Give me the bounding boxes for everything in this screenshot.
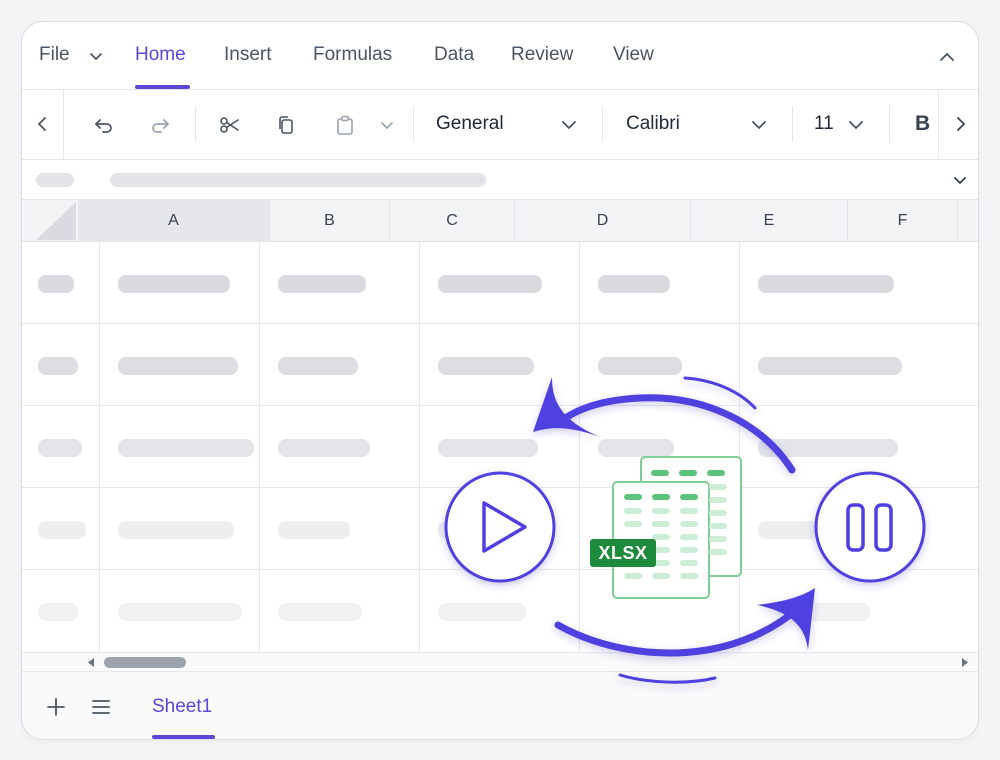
tab-view[interactable]: View [613, 44, 654, 66]
grid-line [739, 242, 740, 652]
paste-icon[interactable] [334, 114, 356, 136]
chevron-up-icon[interactable] [938, 48, 956, 66]
grid-line [579, 242, 580, 652]
cell-placeholder [758, 275, 894, 293]
cell-placeholder [758, 439, 898, 457]
cell-placeholder [438, 275, 542, 293]
cell-placeholder [118, 357, 238, 375]
xlsx-badge: XLSX [590, 539, 656, 567]
cell-placeholder [598, 439, 674, 457]
redo-icon[interactable] [149, 114, 171, 136]
chevron-down-icon[interactable] [558, 114, 580, 136]
formula-bar [22, 160, 978, 200]
paste-options-chevron-icon[interactable] [376, 114, 398, 136]
toolbar-scroll-left[interactable] [22, 90, 64, 159]
cell-placeholder [758, 357, 902, 375]
cell-placeholder [278, 603, 362, 621]
number-format-select[interactable]: General [436, 113, 504, 135]
cell-placeholder [438, 603, 526, 621]
font-name-select[interactable]: Calibri [626, 113, 680, 135]
toolbar-separator [889, 106, 890, 142]
cut-icon[interactable] [219, 114, 241, 136]
add-sheet-icon[interactable] [45, 696, 67, 718]
tab-file[interactable]: File [39, 44, 70, 66]
grid-line [99, 242, 100, 652]
grid-line [22, 487, 978, 488]
bold-button[interactable]: B [915, 112, 930, 136]
row-number-placeholder [38, 275, 74, 293]
active-tab-indicator [135, 85, 190, 89]
column-header-d[interactable]: D [515, 200, 691, 242]
cell-placeholder [118, 439, 254, 457]
column-header-row: A B C D E F [22, 200, 978, 242]
toolbar-separator [413, 106, 414, 142]
cell-placeholder [118, 603, 242, 621]
cell-placeholder [598, 275, 670, 293]
cell-placeholder [278, 275, 366, 293]
cell-placeholder [798, 603, 870, 621]
chevron-down-icon[interactable] [88, 48, 104, 64]
tab-review[interactable]: Review [511, 44, 573, 66]
cell-placeholder [278, 521, 350, 539]
toolbar-separator [792, 106, 793, 142]
cell-placeholder [598, 357, 682, 375]
tab-data[interactable]: Data [434, 44, 474, 66]
active-sheet-indicator [152, 735, 215, 739]
tab-home[interactable]: Home [135, 44, 186, 66]
toolbar-separator [602, 106, 603, 142]
tab-formulas[interactable]: Formulas [313, 44, 392, 66]
chevron-right-icon [957, 117, 965, 131]
undo-icon[interactable] [93, 114, 115, 136]
formula-input-placeholder[interactable] [110, 173, 486, 187]
horizontal-scrollbar[interactable] [22, 652, 978, 672]
column-header-e[interactable]: E [691, 200, 848, 242]
spreadsheet-window: File Home Insert Formulas Data Review Vi… [21, 21, 979, 740]
column-header-c[interactable]: C [390, 200, 515, 242]
cell-placeholder [758, 521, 818, 539]
chevron-down-icon[interactable] [748, 114, 770, 136]
column-header-a[interactable]: A [78, 200, 270, 242]
toolbar: General Calibri 11 B [22, 90, 978, 160]
select-all-corner[interactable] [22, 200, 78, 242]
row-number-placeholder [38, 439, 82, 457]
grid-line [22, 405, 978, 406]
chevron-down-icon[interactable] [845, 114, 867, 136]
scrollbar-thumb[interactable] [104, 657, 186, 668]
font-size-select[interactable]: 11 [814, 113, 834, 135]
grid-line [259, 242, 260, 652]
sheet-list-menu-icon[interactable] [90, 696, 112, 718]
column-header-b[interactable]: B [270, 200, 390, 242]
cell-placeholder [438, 439, 538, 457]
ribbon-tabs: File Home Insert Formulas Data Review Vi… [22, 22, 978, 90]
row-number-placeholder [38, 521, 86, 539]
grid-line [22, 323, 978, 324]
copy-icon[interactable] [275, 114, 297, 136]
toolbar-scroll-right[interactable] [938, 90, 978, 159]
scroll-right-arrow-icon[interactable] [960, 657, 970, 668]
chevron-left-icon [38, 117, 46, 131]
toolbar-separator [195, 106, 196, 142]
name-box-placeholder[interactable] [36, 173, 74, 187]
grid-line [419, 242, 420, 652]
cell-placeholder [438, 357, 534, 375]
cell-placeholder [118, 275, 230, 293]
cell-placeholder [118, 521, 234, 539]
tab-insert[interactable]: Insert [224, 44, 272, 66]
column-header-f[interactable]: F [848, 200, 958, 242]
chevron-down-icon[interactable] [952, 172, 968, 188]
row-number-placeholder [38, 357, 78, 375]
sheet-tab-sheet1[interactable]: Sheet1 [152, 696, 212, 718]
grid-line [22, 569, 978, 570]
cell-placeholder [438, 521, 526, 539]
cell-placeholder [278, 357, 358, 375]
scroll-left-arrow-icon[interactable] [86, 657, 96, 668]
cell-placeholder [278, 439, 370, 457]
cell-grid[interactable] [22, 242, 978, 652]
row-number-placeholder [38, 603, 78, 621]
sheet-tabs-bar: Sheet1 [22, 672, 978, 739]
